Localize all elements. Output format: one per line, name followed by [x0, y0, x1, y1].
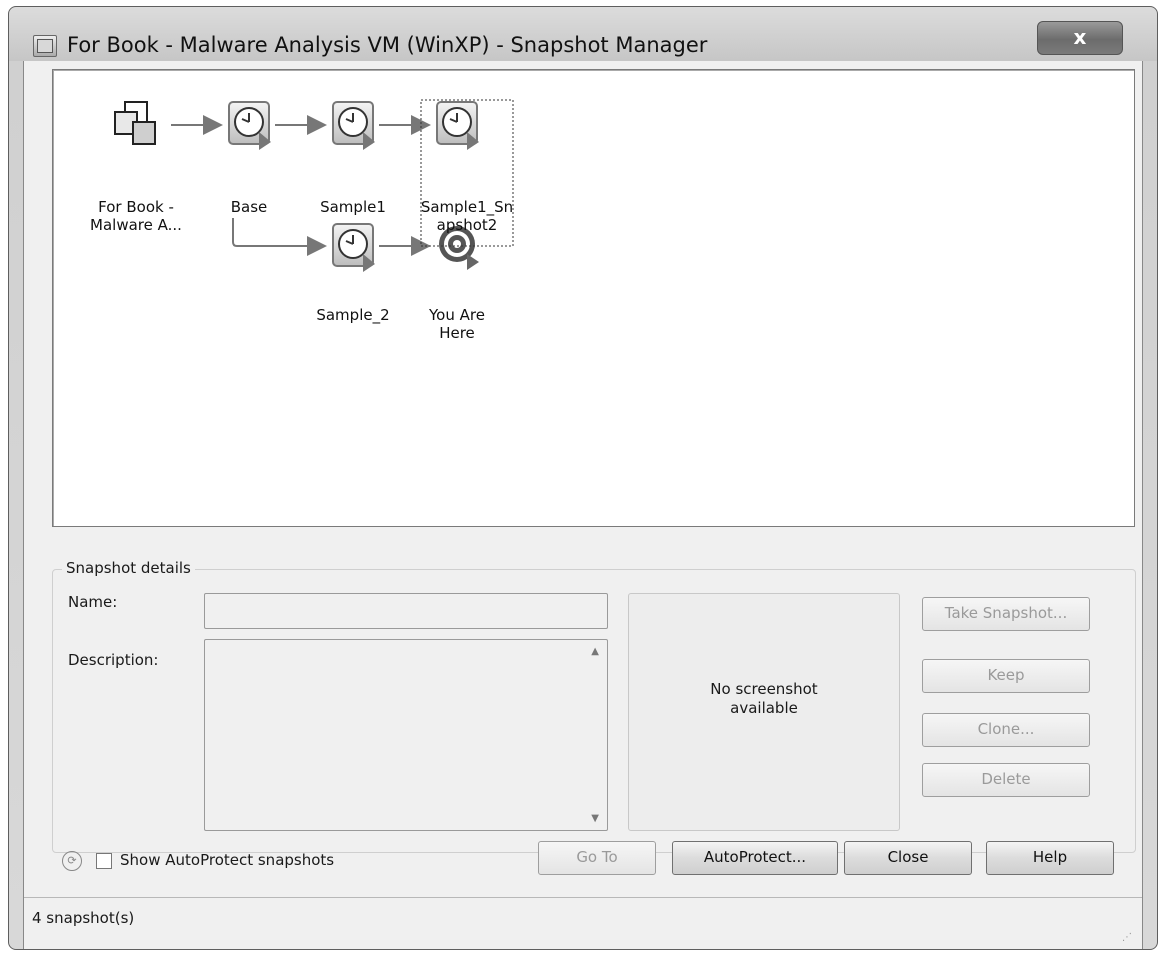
node-label-sample1-snapshot2: Sample1_Sn apshot2	[420, 198, 514, 234]
autoprotect-button[interactable]: AutoProtect...	[672, 841, 838, 875]
window-title: For Book - Malware Analysis VM (WinXP) -…	[67, 33, 708, 57]
name-field[interactable]	[204, 593, 608, 629]
autoprotect-info-icon[interactable]: ⟳	[62, 851, 82, 871]
name-label: Name:	[68, 593, 118, 611]
snapshot-tree-diagram	[114, 99, 514, 272]
clone-button[interactable]: Clone...	[922, 713, 1090, 747]
node-label-base: Base	[230, 198, 268, 216]
take-snapshot-button[interactable]: Take Snapshot...	[922, 597, 1090, 631]
show-autoprotect-label[interactable]: Show AutoProtect snapshots	[120, 851, 334, 869]
title-bar[interactable]: For Book - Malware Analysis VM (WinXP) -…	[9, 7, 1157, 61]
go-to-button[interactable]: Go To	[538, 841, 656, 875]
snapshot-clock-icon[interactable]	[436, 101, 479, 150]
scroll-up-icon[interactable]: ▲	[591, 646, 599, 657]
scroll-down-icon[interactable]: ▼	[591, 813, 599, 824]
window-app-icon	[33, 35, 57, 57]
snapshot-clock-icon[interactable]	[332, 101, 375, 150]
description-label: Description:	[68, 651, 159, 669]
node-label-you-are-here: You Are Here	[429, 306, 485, 342]
client-area: For Book - Malware A... Base Sample1 Sam…	[23, 61, 1143, 949]
vm-icon[interactable]	[114, 101, 156, 145]
node-label-sample2: Sample_2	[316, 306, 390, 324]
status-text: 4 snapshot(s)	[32, 909, 135, 927]
snapshot-details-label: Snapshot details	[62, 559, 195, 577]
delete-button[interactable]: Delete	[922, 763, 1090, 797]
node-label-sample1: Sample1	[320, 198, 386, 216]
snapshot-clock-icon[interactable]	[228, 101, 271, 150]
description-field[interactable]: ▲ ▼	[204, 639, 608, 831]
resize-grip-icon[interactable]: ⋰	[1122, 932, 1132, 943]
snapshot-manager-window: For Book - Malware Analysis VM (WinXP) -…	[8, 6, 1158, 950]
help-button[interactable]: Help	[986, 841, 1114, 875]
connector-base-to-sample2	[232, 218, 327, 256]
node-label-vm: For Book - Malware A...	[90, 198, 182, 234]
status-separator	[24, 897, 1142, 898]
close-button[interactable]: Close	[844, 841, 972, 875]
window-close-button[interactable]: x	[1037, 21, 1123, 55]
screenshot-preview: No screenshot available	[628, 593, 900, 831]
snapshot-tree-panel[interactable]: For Book - Malware A... Base Sample1 Sam…	[52, 69, 1135, 527]
snapshot-clock-icon[interactable]	[332, 223, 375, 272]
show-autoprotect-checkbox[interactable]	[96, 853, 112, 869]
no-screenshot-text: No screenshot available	[710, 680, 818, 717]
keep-button[interactable]: Keep	[922, 659, 1090, 693]
